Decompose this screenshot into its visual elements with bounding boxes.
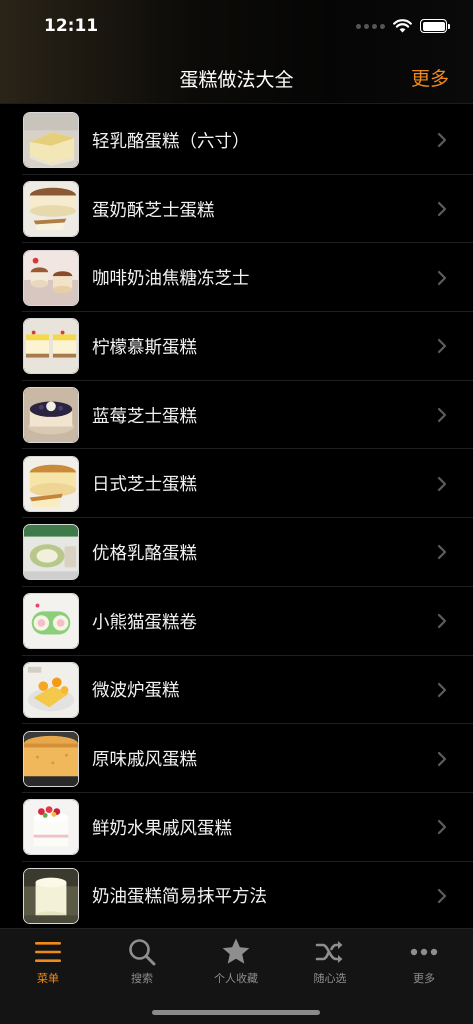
- status-time: 12:11: [44, 16, 99, 36]
- recipe-thumbnail: [23, 661, 79, 718]
- search-icon: [129, 939, 156, 966]
- recipe-thumbnail: [23, 730, 79, 787]
- chevron-right-icon: [437, 751, 447, 766]
- list-item-label: 轻乳酪蛋糕（六寸）: [92, 131, 250, 152]
- tab-menu[interactable]: 菜单: [1, 937, 95, 986]
- tab-random[interactable]: 随心选: [283, 937, 377, 986]
- menu-icon: [35, 942, 61, 962]
- status-bar: 12:11: [0, 0, 473, 52]
- tab-label: 更多: [413, 972, 435, 985]
- tab-label: 随心选: [313, 972, 347, 985]
- list-item-label: 微波炉蛋糕: [92, 681, 180, 702]
- list-item[interactable]: 原味戚风蛋糕: [0, 724, 473, 793]
- chevron-right-icon: [437, 270, 447, 285]
- chevron-right-icon: [437, 201, 447, 217]
- list-item-label: 蓝莓芝士蛋糕: [92, 406, 197, 427]
- shuffle-icon: [315, 941, 343, 963]
- recipe-thumbnail: [23, 593, 79, 650]
- list-item[interactable]: 鲜奶水果戚风蛋糕: [0, 793, 473, 862]
- list-item-label: 柠檬慕斯蛋糕: [92, 337, 197, 358]
- recipe-thumbnail: [23, 249, 79, 306]
- tab-label: 搜索: [131, 972, 153, 985]
- recipe-thumbnail: [23, 455, 79, 512]
- list-item[interactable]: 柠檬慕斯蛋糕: [0, 312, 473, 381]
- chevron-right-icon: [437, 545, 447, 560]
- ellipsis-icon: [410, 948, 438, 956]
- tab-search[interactable]: 搜索: [95, 937, 189, 986]
- chevron-right-icon: [437, 476, 447, 491]
- list-item[interactable]: 轻乳酪蛋糕（六寸）: [0, 106, 473, 175]
- chevron-right-icon: [437, 133, 447, 148]
- recipe-list: 轻乳酪蛋糕（六寸） 蛋奶酥芝士蛋糕 咖啡奶油焦糖冻芝士 柠檬慕斯蛋糕 蓝莓芝士蛋…: [0, 106, 473, 930]
- recipe-thumbnail: [23, 799, 79, 856]
- star-icon: [222, 938, 250, 964]
- more-button[interactable]: 更多: [411, 64, 449, 91]
- wifi-icon: [393, 19, 412, 33]
- recipe-thumbnail: [23, 387, 79, 444]
- tab-label: 个人收藏: [214, 972, 258, 985]
- list-item[interactable]: 日式芝士蛋糕: [0, 449, 473, 518]
- recipe-thumbnail: [23, 524, 79, 581]
- chevron-right-icon: [437, 339, 447, 354]
- list-item[interactable]: 蓝莓芝士蛋糕: [0, 381, 473, 450]
- list-item-label: 小熊猫蛋糕卷: [92, 612, 197, 633]
- chevron-right-icon: [437, 682, 447, 697]
- list-item[interactable]: 奶油蛋糕简易抹平方法: [0, 862, 473, 931]
- tab-label: 菜单: [37, 972, 59, 985]
- list-item-label: 优格乳酪蛋糕: [92, 543, 197, 564]
- list-item-label: 日式芝士蛋糕: [92, 475, 197, 496]
- list-item-label: 咖啡奶油焦糖冻芝士: [92, 269, 250, 290]
- chevron-right-icon: [437, 407, 447, 423]
- list-item[interactable]: 咖啡奶油焦糖冻芝士: [0, 243, 473, 312]
- home-indicator[interactable]: [152, 1010, 320, 1015]
- recipe-thumbnail: [23, 181, 79, 238]
- recipe-thumbnail: [23, 318, 79, 375]
- battery-icon: [420, 19, 450, 33]
- list-item-label: 蛋奶酥芝士蛋糕: [92, 200, 215, 221]
- tab-bar: 菜单 搜索 个人收藏 随心选 更多: [0, 928, 473, 1024]
- chevron-right-icon: [437, 888, 447, 904]
- recipe-thumbnail: [23, 867, 79, 924]
- page-title: 蛋糕做法大全: [179, 69, 294, 91]
- list-item-label: 鲜奶水果戚风蛋糕: [92, 818, 232, 839]
- list-item[interactable]: 微波炉蛋糕: [0, 656, 473, 725]
- list-item[interactable]: 小熊猫蛋糕卷: [0, 587, 473, 656]
- recipe-thumbnail: [23, 112, 79, 169]
- status-icons: [356, 16, 450, 36]
- list-item[interactable]: 蛋奶酥芝士蛋糕: [0, 175, 473, 244]
- signal-dots-icon: [356, 23, 385, 29]
- navigation-bar: 蛋糕做法大全 更多: [0, 52, 473, 104]
- tab-more[interactable]: 更多: [377, 937, 471, 986]
- list-item[interactable]: 优格乳酪蛋糕: [0, 518, 473, 587]
- list-item-label: 原味戚风蛋糕: [92, 750, 197, 771]
- chevron-right-icon: [437, 820, 447, 835]
- list-item-label: 奶油蛋糕简易抹平方法: [92, 887, 267, 908]
- tab-favorites[interactable]: 个人收藏: [189, 937, 283, 986]
- chevron-right-icon: [437, 614, 447, 629]
